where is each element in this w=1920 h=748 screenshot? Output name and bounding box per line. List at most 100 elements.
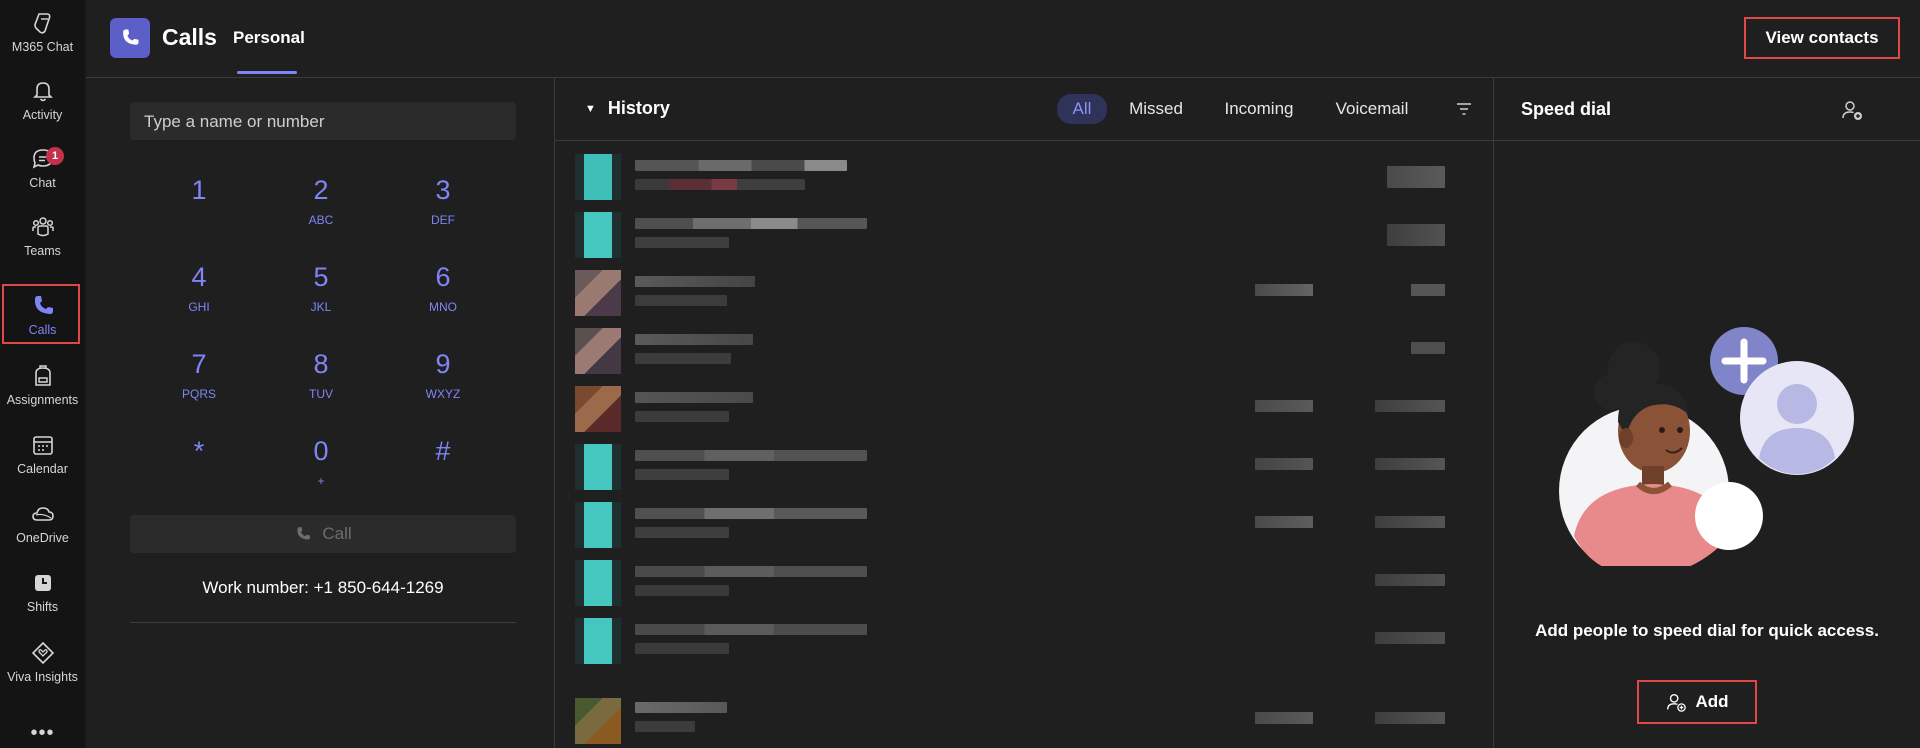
bell-icon [32, 82, 53, 102]
history-collapse-toggle[interactable]: ▼ History [585, 98, 670, 119]
backpack-icon [34, 365, 51, 386]
view-contacts-button[interactable]: View contacts [1744, 17, 1900, 59]
dial-key-9[interactable]: 9 WXYZ [383, 349, 503, 417]
contact-avatar [575, 328, 621, 374]
rail-item-activity[interactable]: Activity [0, 68, 85, 136]
dial-input[interactable]: Type a name or number [130, 102, 516, 140]
redacted-time [1375, 632, 1445, 644]
redacted-detail [635, 179, 805, 190]
dial-key-letters: ABC [308, 213, 334, 227]
dial-key-hash[interactable]: # [383, 436, 503, 504]
rail-item-onedrive[interactable]: OneDrive [0, 491, 85, 559]
heart-diamond-icon [31, 641, 54, 665]
m365-chat-icon [33, 13, 50, 34]
dial-pad-panel: Type a name or number 1 2 ABC 3 DEF 4 GHI 5… [86, 78, 555, 748]
rail-item-shifts[interactable]: Shifts [0, 560, 85, 628]
contact-avatar [575, 154, 621, 200]
speed-dial-header: Speed dial [1494, 78, 1920, 141]
redacted-time [1375, 400, 1445, 412]
redacted-time [1375, 516, 1445, 528]
dial-key-digit: 0 [313, 436, 329, 466]
redacted-detail [635, 643, 729, 654]
filter-voicemail[interactable]: Voicemail [1327, 94, 1417, 124]
dial-key-3[interactable]: 3 DEF [383, 175, 503, 243]
add-button-label: Add [1695, 692, 1729, 711]
calls-app-icon [110, 18, 150, 58]
call-button[interactable]: Call [130, 515, 516, 553]
filter-missed[interactable]: Missed [1123, 94, 1189, 124]
dial-key-4[interactable]: 4 GHI [139, 262, 259, 330]
history-row[interactable] [555, 494, 1493, 552]
history-header: ▼ History All Missed Incoming Voicemail [555, 78, 1493, 141]
history-row[interactable] [555, 690, 1493, 748]
history-row[interactable] [555, 436, 1493, 494]
contact-avatar [575, 212, 621, 258]
dial-key-letters: GHI [188, 300, 210, 314]
dial-key-letters: WXYZ [425, 387, 461, 401]
redacted-time [1387, 224, 1445, 246]
cloud-icon [31, 507, 54, 521]
redacted-detail [635, 237, 729, 248]
dial-key-6[interactable]: 6 MNO [383, 262, 503, 330]
contact-avatar [575, 270, 621, 316]
redacted-detail [635, 411, 729, 422]
redacted-time [1375, 574, 1445, 586]
dial-key-star[interactable]: * [139, 436, 259, 504]
rail-item-calendar[interactable]: Calendar [0, 422, 85, 490]
redacted-name [635, 218, 867, 229]
add-person-icon [1667, 693, 1687, 712]
history-title: History [607, 98, 670, 118]
page-title: Calls [162, 24, 217, 50]
rail-item-m365-chat[interactable]: M365 Chat [0, 0, 85, 68]
dial-key-1[interactable]: 1 [139, 175, 259, 243]
tab-personal[interactable]: Personal [233, 28, 305, 48]
dial-key-2[interactable]: 2 ABC [261, 175, 381, 243]
rail-item-label: M365 Chat [11, 40, 74, 54]
redacted-time [1375, 458, 1445, 470]
redacted-name [635, 450, 867, 461]
redacted-name [635, 276, 755, 287]
dial-key-letters: MNO [429, 300, 457, 314]
chat-unread-badge: 1 [46, 147, 64, 165]
redacted-time [1411, 284, 1445, 296]
dial-key-digit: 1 [191, 175, 207, 205]
more-apps-button[interactable]: ••• [0, 722, 85, 745]
add-speed-dial-button[interactable]: Add [1637, 680, 1757, 724]
work-number: Work number: +1 850-644-1269 [202, 578, 444, 597]
dial-key-digit: 4 [191, 262, 207, 292]
rail-item-assignments[interactable]: Assignments [0, 353, 85, 421]
add-person-icon[interactable] [1840, 98, 1864, 122]
dial-key-letters: DEF [431, 213, 455, 227]
rail-item-viva-insights[interactable]: Viva Insights [0, 630, 85, 698]
redacted-time [1375, 712, 1445, 724]
phone-icon [297, 527, 311, 540]
dial-key-digit: 6 [435, 262, 451, 292]
history-row[interactable] [555, 378, 1493, 436]
dial-key-5[interactable]: 5 JKL [261, 262, 381, 330]
speed-dial-title: Speed dial [1521, 99, 1612, 119]
history-row[interactable] [555, 146, 1493, 204]
rail-item-label: Shifts [26, 600, 59, 614]
history-row[interactable] [555, 204, 1493, 262]
history-row[interactable] [555, 320, 1493, 378]
dial-key-7[interactable]: 7 PQRS [139, 349, 259, 417]
rail-item-label: Activity [22, 108, 63, 122]
history-row[interactable] [555, 610, 1493, 668]
dial-key-digit: * [193, 436, 205, 466]
dial-key-0[interactable]: 0 + [261, 436, 381, 504]
redacted-detail [635, 469, 729, 480]
rail-item-teams[interactable]: Teams [0, 204, 85, 272]
filter-all[interactable]: All [1057, 94, 1107, 124]
history-row[interactable] [555, 552, 1493, 610]
rail-item-calls[interactable]: Calls [0, 283, 85, 351]
filter-incoming[interactable]: Incoming [1215, 94, 1303, 124]
redacted-time [1387, 166, 1445, 188]
active-tab-indicator [237, 71, 297, 74]
dial-key-letters: JKL [310, 300, 332, 314]
filter-icon[interactable] [1455, 100, 1473, 118]
contact-avatar [575, 502, 621, 548]
rail-item-chat[interactable]: Chat [0, 136, 85, 204]
history-row[interactable] [555, 262, 1493, 320]
dial-key-8[interactable]: 8 TUV [261, 349, 381, 417]
contact-avatar [575, 444, 621, 490]
